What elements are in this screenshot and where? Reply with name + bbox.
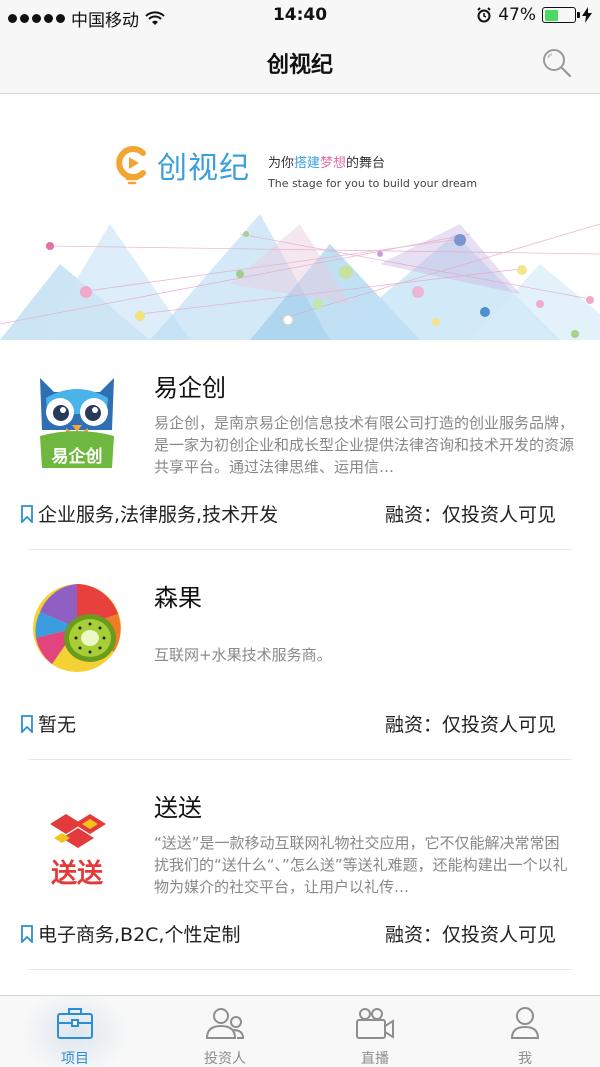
battery-percent: 47% xyxy=(498,5,536,25)
logo-text: 送送 xyxy=(51,859,103,889)
bookmark-icon xyxy=(21,714,33,733)
briefcase-icon xyxy=(57,1008,93,1039)
project-description: 互联网+水果技术服务商。 xyxy=(154,646,332,664)
brand-c-icon xyxy=(116,146,146,185)
battery-icon xyxy=(542,7,580,23)
owl-logo-icon: 易企创 xyxy=(40,378,114,468)
financing-status: 融资：仅投资人可见 xyxy=(384,714,556,736)
brand-logo: 创视纪 xyxy=(115,143,250,187)
project-card[interactable]: 易企创 易企创 易企创，是南京易企创信息技术有限公司打造的创业服务品牌，是一家为… xyxy=(0,340,600,550)
tags-text: 暂无 xyxy=(38,714,77,736)
logo-text: 易企创 xyxy=(52,446,103,467)
project-card[interactable]: 森果 互联网+水果技术服务商。 暂无 融资：仅投资人可见 xyxy=(0,550,600,760)
tab-label: 投资人 xyxy=(204,1051,246,1067)
search-icon[interactable] xyxy=(540,46,574,80)
project-description: “送送”是一款移动互联网礼物社交应用，它不仅能解决常常困扰我们的“送什么“、”怎… xyxy=(154,834,568,896)
financing-status: 融资：仅投资人可见 xyxy=(384,924,556,946)
tags-text: 企业服务,法律服务,技术开发 xyxy=(38,504,279,526)
project-card[interactable]: 送送 送送 “送送”是一款移动互联网礼物社交应用，它不仅能解决常常困扰我们的“送… xyxy=(0,760,600,970)
slogan-suffix: 的舞台 xyxy=(346,156,386,171)
network-graphic xyxy=(0,214,600,340)
promo-banner[interactable]: 创视纪 为你搭建梦想的舞台 The stage for you to build… xyxy=(0,94,600,340)
slogan-en: The stage for you to build your dream xyxy=(268,177,478,190)
bookmark-icon xyxy=(21,924,33,943)
slogan-highlight-1: 搭建 xyxy=(294,156,321,171)
project-tags: 暂无 xyxy=(20,710,76,737)
slogan-prefix: 为你 xyxy=(268,156,295,171)
project-tags: 电子商务,B2C,个性定制 xyxy=(20,920,240,947)
tab-bar: 项目 投资人 直播 我 xyxy=(0,990,600,1067)
tab-me[interactable]: 我 xyxy=(450,996,600,1067)
status-right: 47% xyxy=(476,5,592,25)
project-tags: 企业服务,法律服务,技术开发 xyxy=(20,500,278,527)
charging-bolt-icon xyxy=(582,7,592,23)
slogan-cn: 为你搭建梦想的舞台 xyxy=(268,152,477,171)
slogan-highlight-2: 梦想 xyxy=(320,156,347,171)
project-name: 送送 xyxy=(154,794,202,822)
tags-text: 电子商务,B2C,个性定制 xyxy=(38,924,241,946)
tab-label: 直播 xyxy=(361,1051,389,1067)
project-description: 易企创，是南京易企创信息技术有限公司打造的创业服务品牌，是一家为初创企业和成长型… xyxy=(154,414,574,476)
alarm-clock-icon xyxy=(477,7,491,23)
page-title: 创视纪 xyxy=(266,53,333,78)
tab-live[interactable]: 直播 xyxy=(300,996,450,1067)
brand-name: 创视纪 xyxy=(157,151,250,186)
tab-investors[interactable]: 投资人 xyxy=(150,996,300,1067)
nav-bar: 创视纪 xyxy=(0,32,600,94)
tab-projects[interactable]: 项目 xyxy=(0,990,150,1067)
video-camera-icon xyxy=(356,1008,394,1039)
project-name: 易企创 xyxy=(154,374,226,402)
project-name: 森果 xyxy=(154,584,202,612)
people-icon xyxy=(205,1008,245,1039)
financing-status: 融资：仅投资人可见 xyxy=(384,504,556,526)
status-bar: 中国移动 14:40 47% xyxy=(0,0,600,32)
person-icon xyxy=(510,1007,540,1039)
tab-label: 项目 xyxy=(61,1051,89,1067)
fruit-logo-icon xyxy=(33,584,121,672)
bookmark-icon xyxy=(21,504,33,523)
tab-label: 我 xyxy=(518,1051,532,1067)
divider xyxy=(28,969,572,970)
slogan: 为你搭建梦想的舞台 The stage for you to build you… xyxy=(268,152,477,190)
gift-logo-icon: 送送 xyxy=(50,814,106,889)
